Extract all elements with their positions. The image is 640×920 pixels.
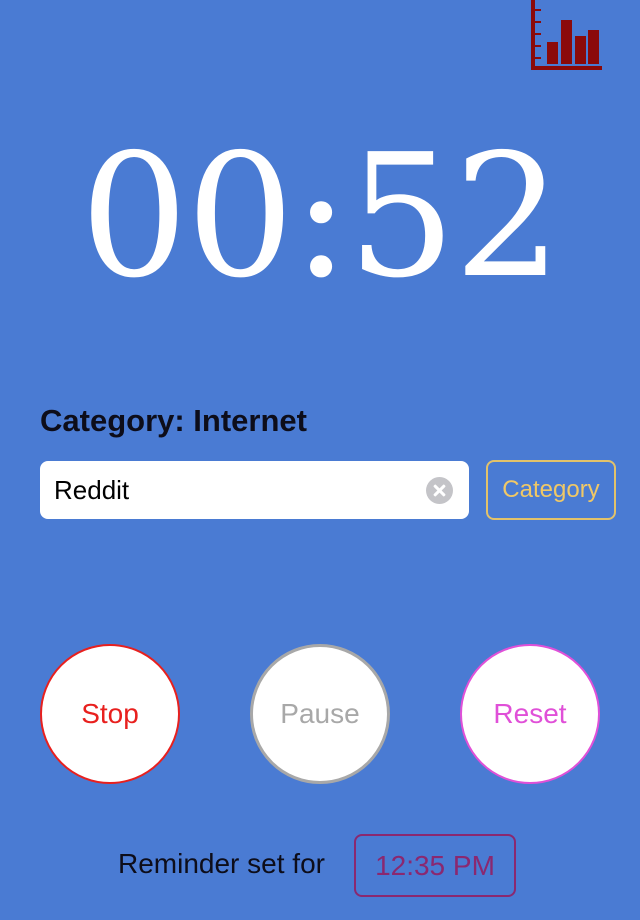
reminder-time-button[interactable]: 12:35 PM [354,834,516,897]
reminder-label: Reminder set for [118,848,325,879]
reset-button[interactable]: Reset [460,644,600,784]
clear-icon[interactable] [426,477,453,504]
timer-display: 00:52 [80,118,562,316]
activity-field [40,461,469,519]
pause-button[interactable]: Pause [250,644,390,784]
activity-input[interactable] [54,461,424,519]
stop-button[interactable]: Stop [40,644,180,784]
category-button[interactable]: Category [486,460,616,520]
stats-button[interactable] [530,0,604,72]
category-label: Category: Internet [40,403,307,438]
bar-chart-icon [531,0,602,70]
